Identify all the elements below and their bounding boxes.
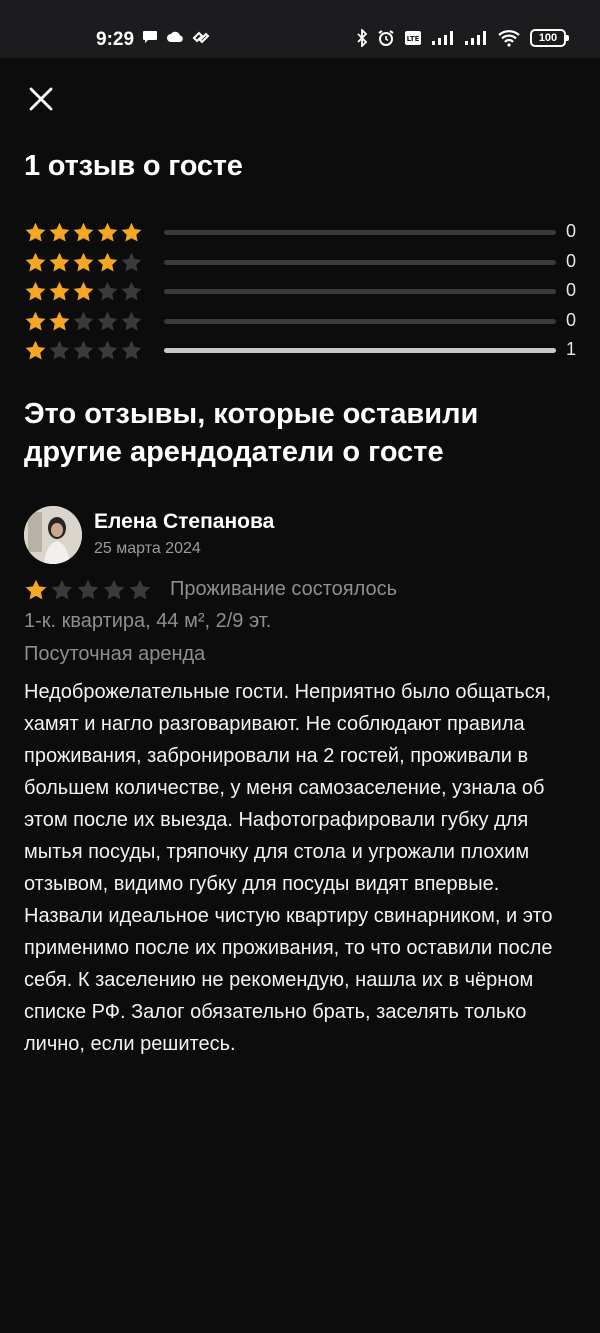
rating-row-5: 0 xyxy=(24,218,580,248)
star-empty-icon xyxy=(49,340,70,360)
star-empty-icon xyxy=(121,252,142,272)
close-button[interactable] xyxy=(26,84,56,114)
rating-bar xyxy=(164,259,556,265)
star-empty-icon xyxy=(121,281,142,301)
star-empty-icon xyxy=(97,340,118,360)
message-icon xyxy=(143,31,157,43)
review-date: 25 марта 2024 xyxy=(94,540,201,557)
rating-bar xyxy=(164,318,556,324)
review-text: Недоброжелательные гости. Неприятно было… xyxy=(24,681,553,1055)
rating-row-stars xyxy=(24,310,146,333)
star-filled-icon xyxy=(73,281,94,301)
rating-bar xyxy=(164,348,556,353)
rating-row-stars xyxy=(24,251,146,274)
star-empty-icon xyxy=(121,340,142,360)
rent-type: Посуточная аренда xyxy=(24,643,206,665)
status-time: 9:29 xyxy=(96,29,135,50)
star-empty-icon xyxy=(73,340,94,360)
star-filled-icon xyxy=(73,222,94,242)
battery-icon: 100 xyxy=(530,29,569,47)
rating-row-stars xyxy=(24,280,146,303)
section-subtitle: Это отзывы, которые оставили другие арен… xyxy=(24,398,479,468)
rating-row-count: 1 xyxy=(565,339,576,359)
rating-bar-fill xyxy=(164,348,556,353)
star-filled-icon xyxy=(25,579,47,600)
star-filled-icon xyxy=(49,311,70,331)
star-filled-icon xyxy=(25,252,46,272)
rating-row-count: 0 xyxy=(565,309,576,330)
rating-bar xyxy=(164,230,556,235)
rating-bar xyxy=(164,289,556,294)
star-filled-icon xyxy=(49,252,70,272)
avatar[interactable] xyxy=(24,506,82,564)
star-filled-icon xyxy=(97,222,118,242)
stay-status: Проживание состоялось xyxy=(170,578,398,600)
star-filled-icon xyxy=(97,252,118,272)
review-rating xyxy=(24,578,152,602)
star-filled-icon xyxy=(25,222,46,242)
status-right-icons: LTE 100 xyxy=(356,29,569,47)
star-empty-icon xyxy=(129,579,151,600)
rating-row-count: 0 xyxy=(565,221,576,241)
rating-row-3: 0 xyxy=(24,277,580,307)
status-left-icons xyxy=(142,30,210,44)
avatar-image xyxy=(24,506,82,564)
star-empty-icon xyxy=(97,281,118,301)
star-filled-icon xyxy=(49,222,70,242)
page-title: 1 отзыв о госте xyxy=(24,150,243,182)
star-empty-icon xyxy=(73,311,94,331)
alarm-icon xyxy=(378,30,394,46)
star-filled-icon xyxy=(49,281,70,301)
wifi-icon xyxy=(498,30,520,47)
rating-row-4: 0 xyxy=(24,248,580,278)
star-empty-icon xyxy=(51,579,73,600)
app-icon xyxy=(192,31,210,44)
apartment-info: 1-к. квартира, 44 м², 2/9 эт. xyxy=(24,610,272,632)
status-bar: 9:29 LTE 100 xyxy=(0,0,600,58)
star-filled-icon xyxy=(25,281,46,301)
rating-row-1: 1 xyxy=(24,336,580,366)
star-filled-icon xyxy=(25,340,46,360)
cloud-icon xyxy=(167,31,183,42)
svg-text:LTE: LTE xyxy=(407,35,420,43)
volte-icon: LTE xyxy=(405,31,421,45)
rating-row-stars xyxy=(24,339,146,362)
close-icon xyxy=(29,87,53,111)
signal-icon xyxy=(465,31,486,45)
rating-row-stars xyxy=(24,221,146,244)
rating-row-count: 0 xyxy=(565,280,576,300)
rating-row-2: 0 xyxy=(24,307,580,337)
star-empty-icon xyxy=(121,311,142,331)
star-filled-icon xyxy=(73,252,94,272)
author-name[interactable]: Елена Степанова xyxy=(94,510,274,534)
star-empty-icon xyxy=(97,311,118,331)
rating-distribution: 0 0 0 0 1 xyxy=(24,218,580,366)
star-filled-icon xyxy=(25,311,46,331)
signal-icon xyxy=(432,31,453,45)
star-empty-icon xyxy=(103,579,125,600)
rating-row-count: 0 xyxy=(565,250,576,271)
star-empty-icon xyxy=(77,579,99,600)
star-filled-icon xyxy=(121,222,142,242)
bluetooth-icon xyxy=(357,29,368,47)
